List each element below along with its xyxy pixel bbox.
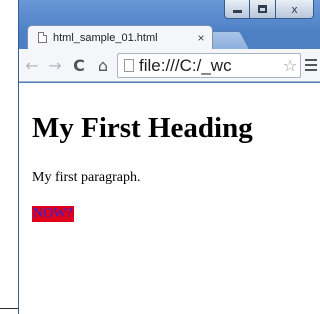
- highlighted-text: NOW?: [32, 206, 74, 222]
- desktop-background: [0, 0, 18, 314]
- close-window-button[interactable]: x: [276, 0, 314, 19]
- home-icon[interactable]: ⌂: [93, 55, 113, 75]
- page-icon: [124, 59, 134, 72]
- bookmark-star-icon[interactable]: ☆: [280, 56, 300, 75]
- url-text: file:///C:/_wc: [139, 55, 232, 75]
- menu-bar: [305, 59, 317, 61]
- browser-window: x html_sample_01.html × ← → C ⌂ file:///…: [18, 0, 320, 314]
- tab-active[interactable]: html_sample_01.html ×: [27, 25, 213, 49]
- toolbar: ← → C ⌂ file:///C:/_wc ☆: [19, 49, 320, 82]
- page-icon: [38, 32, 47, 43]
- forward-arrow-icon[interactable]: →: [45, 55, 65, 75]
- reload-icon[interactable]: C: [69, 55, 89, 75]
- minimize-button[interactable]: [224, 0, 250, 19]
- page-viewport: My First Heading My first paragraph. NOW…: [19, 83, 320, 314]
- tab-title: html_sample_01.html: [53, 31, 158, 44]
- menu-icon[interactable]: [305, 56, 319, 74]
- window-controls: x: [224, 0, 314, 19]
- menu-bar: [305, 69, 317, 71]
- page-heading: My First Heading: [32, 112, 253, 144]
- desktop-divider: [0, 308, 18, 309]
- tab-close-icon[interactable]: ×: [190, 31, 212, 45]
- address-bar[interactable]: file:///C:/_wc ☆: [117, 53, 301, 78]
- minimize-icon: [232, 10, 242, 13]
- close-icon: x: [291, 2, 298, 16]
- page-paragraph: My first paragraph.: [32, 170, 141, 185]
- back-arrow-icon[interactable]: ←: [22, 55, 42, 75]
- maximize-icon: [258, 5, 267, 13]
- maximize-button[interactable]: [250, 0, 276, 19]
- menu-bar: [305, 64, 317, 66]
